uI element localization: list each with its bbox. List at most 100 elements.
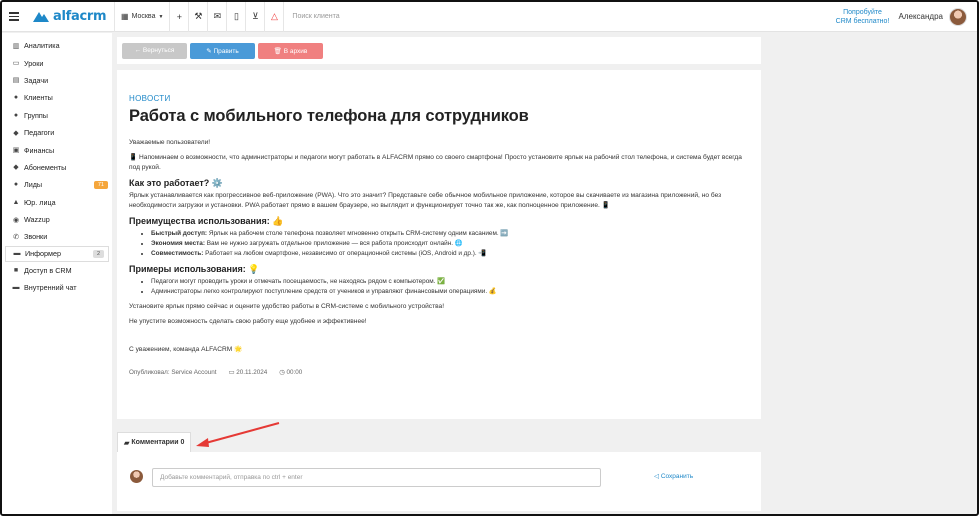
sidebar-item-tasks[interactable]: ▤ Задачи <box>2 72 112 89</box>
examples-heading: Примеры использования: 💡 <box>129 264 260 274</box>
publish-time-wrapper: ◷ 00:00 <box>279 369 302 376</box>
calendar-icon: ▭ <box>12 60 20 68</box>
archive-button[interactable]: 🗑 В архив <box>258 42 323 59</box>
money-icon: ▣ <box>12 147 20 155</box>
plus-icon[interactable]: + <box>170 2 190 32</box>
benefit-title: Быстрый доступ: <box>151 230 208 237</box>
comment-input[interactable]: Добавьте комментарий, отправка по ctrl +… <box>152 468 601 487</box>
tab-comments[interactable]: ▰ Комментарии 0 <box>117 432 192 452</box>
save-comment-button[interactable]: ◁ Сохранить <box>654 472 693 480</box>
cart-icon[interactable]: ⊻ <box>246 2 266 32</box>
sidebar-item-label: Клиенты <box>24 93 53 103</box>
mobile-icon[interactable]: ▯ <box>227 2 247 32</box>
sidebar-item-subscriptions[interactable]: ◆ Абонементы <box>2 159 112 176</box>
sidebar-item-label: Внутренний чат <box>24 283 77 293</box>
promo-line-1: Попробуйте <box>843 8 882 16</box>
user-plus-icon: ● <box>13 181 19 189</box>
inbox-icon: ▬ <box>13 250 21 258</box>
publish-date: 20.11.2024 <box>236 369 268 376</box>
mail-icon[interactable]: ✉ <box>208 2 228 32</box>
top-header: alfacrm ▦ Москва ▼ + ⚒ ✉ ▯ ⊻ △ Поиск кли… <box>2 2 977 32</box>
avatar[interactable] <box>949 7 967 26</box>
search-input[interactable]: Поиск клиента <box>284 13 832 20</box>
clock-icon: ◷ <box>279 369 287 376</box>
benefit-text: Работает на любом смартфоне, независимо … <box>203 250 487 257</box>
benefit-text: Ярлык на рабочем столе телефона позволяе… <box>207 230 509 237</box>
sidebar-item-analytics[interactable]: ▥ Аналитика <box>2 37 112 54</box>
lock-icon: ■ <box>13 266 19 274</box>
article-kicker: НОВОСТИ <box>129 94 171 103</box>
published-by: Опубликовал: Service Account <box>129 369 217 376</box>
sidebar-nav: ▥ Аналитика ▭ Уроки ▤ Задачи ● Клиенты ● Груп… <box>2 33 112 296</box>
promo-link[interactable]: Попробуйте CRM бесплатно! <box>833 8 893 26</box>
chat-icon: ◉ <box>12 216 20 224</box>
edit-button[interactable]: ✎ Править <box>190 42 255 59</box>
sidebar-item-finance[interactable]: ▣ Финансы <box>2 141 112 158</box>
publish-time: 00:00 <box>286 369 303 376</box>
sidebar-item-groups[interactable]: ● Группы <box>2 107 112 124</box>
article-meta: Опубликовал: Service Account ▭ 20.11.202… <box>129 369 749 376</box>
sidebar-item-wazzup[interactable]: ◉ Wazzup <box>2 211 112 228</box>
avatar <box>130 470 143 483</box>
list-item: Педагоги могут проводить уроки и отмечат… <box>151 277 749 287</box>
sidebar-item-label: Юр. лица <box>24 197 56 207</box>
sidebar-item-label: Финансы <box>24 145 55 155</box>
sidebar-item-label: Группы <box>24 110 48 120</box>
comment-icon: ▰ <box>124 439 130 447</box>
leads-badge: 71 <box>93 180 108 189</box>
sidebar-item-legal-entities[interactable]: ▲ Юр. лица <box>2 194 112 211</box>
intro-paragraph: 📱 Напоминаем о возможности, что админист… <box>129 154 742 171</box>
annotation-arrow <box>196 422 280 447</box>
sidebar-item-internal-chat[interactable]: ▬ Внутренний чат <box>2 279 112 296</box>
sidebar-item-label: Информер <box>25 249 61 259</box>
list-item: Администраторы легко контролируют поступ… <box>151 287 749 297</box>
users-icon: ● <box>13 111 19 119</box>
promo-line-2: CRM бесплатно! <box>835 17 890 25</box>
sidebar-item-leads[interactable]: ● Лиды 71 <box>2 176 112 193</box>
sidebar-item-informer[interactable]: ▬ Информер 2 <box>5 245 109 262</box>
comment-form: Добавьте комментарий, отправка по ctrl +… <box>117 452 761 511</box>
sidebar-item-label: Доступ в CRM <box>24 265 72 275</box>
sidebar-item-label: Абонементы <box>24 162 67 172</box>
bank-icon: ▲ <box>12 198 20 206</box>
graduation-icon: ◆ <box>13 129 19 137</box>
sidebar-item-label: Лиды <box>24 180 43 190</box>
page-title: Работа с мобильного телефона для сотрудн… <box>129 107 529 125</box>
greeting: Уважаемые пользователи! <box>129 139 211 146</box>
sidebar-item-label: Уроки <box>24 58 44 68</box>
examples-list: Педагоги могут проводить уроки и отмечат… <box>129 277 749 297</box>
tasks-icon: ▤ <box>12 77 20 85</box>
sidebar: ▥ Аналитика ▭ Уроки ▤ Задачи ● Клиенты ● Груп… <box>2 33 112 514</box>
publish-date-wrapper: ▭ 20.11.2024 <box>228 369 267 376</box>
sidebar-item-label: Педагоги <box>24 128 55 138</box>
user-name[interactable]: Александра <box>899 12 943 21</box>
cta-paragraph-2: Не упустите возможность сделать свою раб… <box>129 318 367 325</box>
bell-icon[interactable]: △ <box>265 2 285 32</box>
back-button[interactable]: ← Вернуться <box>122 42 187 59</box>
sidebar-item-calls[interactable]: ✆ Звонки <box>2 228 112 245</box>
wrench-icon[interactable]: ⚒ <box>189 2 209 32</box>
message-icon: ▬ <box>12 284 20 292</box>
app-logo[interactable]: alfacrm <box>32 9 114 24</box>
news-article: НОВОСТИ Работа с мобильного телефона для… <box>117 70 761 419</box>
sidebar-item-label: Wazzup <box>24 215 50 225</box>
phone-icon: ✆ <box>13 233 19 241</box>
logo-icon <box>33 11 49 22</box>
sidebar-item-label: Звонки <box>24 232 48 242</box>
article-toolbar: ← Вернуться ✎ Править 🗑 В архив <box>117 37 761 64</box>
sidebar-item-lessons[interactable]: ▭ Уроки <box>2 54 112 71</box>
list-item: Быстрый доступ: Ярлык на рабочем столе т… <box>151 229 749 239</box>
chart-icon: ▥ <box>12 42 20 50</box>
how-heading: Как это работает? ⚙️ <box>129 178 223 188</box>
sidebar-item-label: Задачи <box>24 75 49 85</box>
list-item: Экономия места: Вам не нужно загружать о… <box>151 239 749 249</box>
user-icon: ● <box>13 94 19 102</box>
sidebar-item-teachers[interactable]: ◆ Педагоги <box>2 124 112 141</box>
tag-icon: ◆ <box>13 164 19 172</box>
app-window: alfacrm ▦ Москва ▼ + ⚒ ✉ ▯ ⊻ △ Поиск кли… <box>0 0 979 516</box>
sidebar-item-crm-access[interactable]: ■ Доступ в CRM <box>2 262 112 279</box>
menu-icon[interactable] <box>2 2 26 32</box>
branch-selector[interactable]: ▦ Москва ▼ <box>115 2 171 32</box>
sidebar-item-clients[interactable]: ● Клиенты <box>2 89 112 106</box>
cta-paragraph-1: Установите ярлык прямо сейчас и оцените … <box>129 303 445 310</box>
